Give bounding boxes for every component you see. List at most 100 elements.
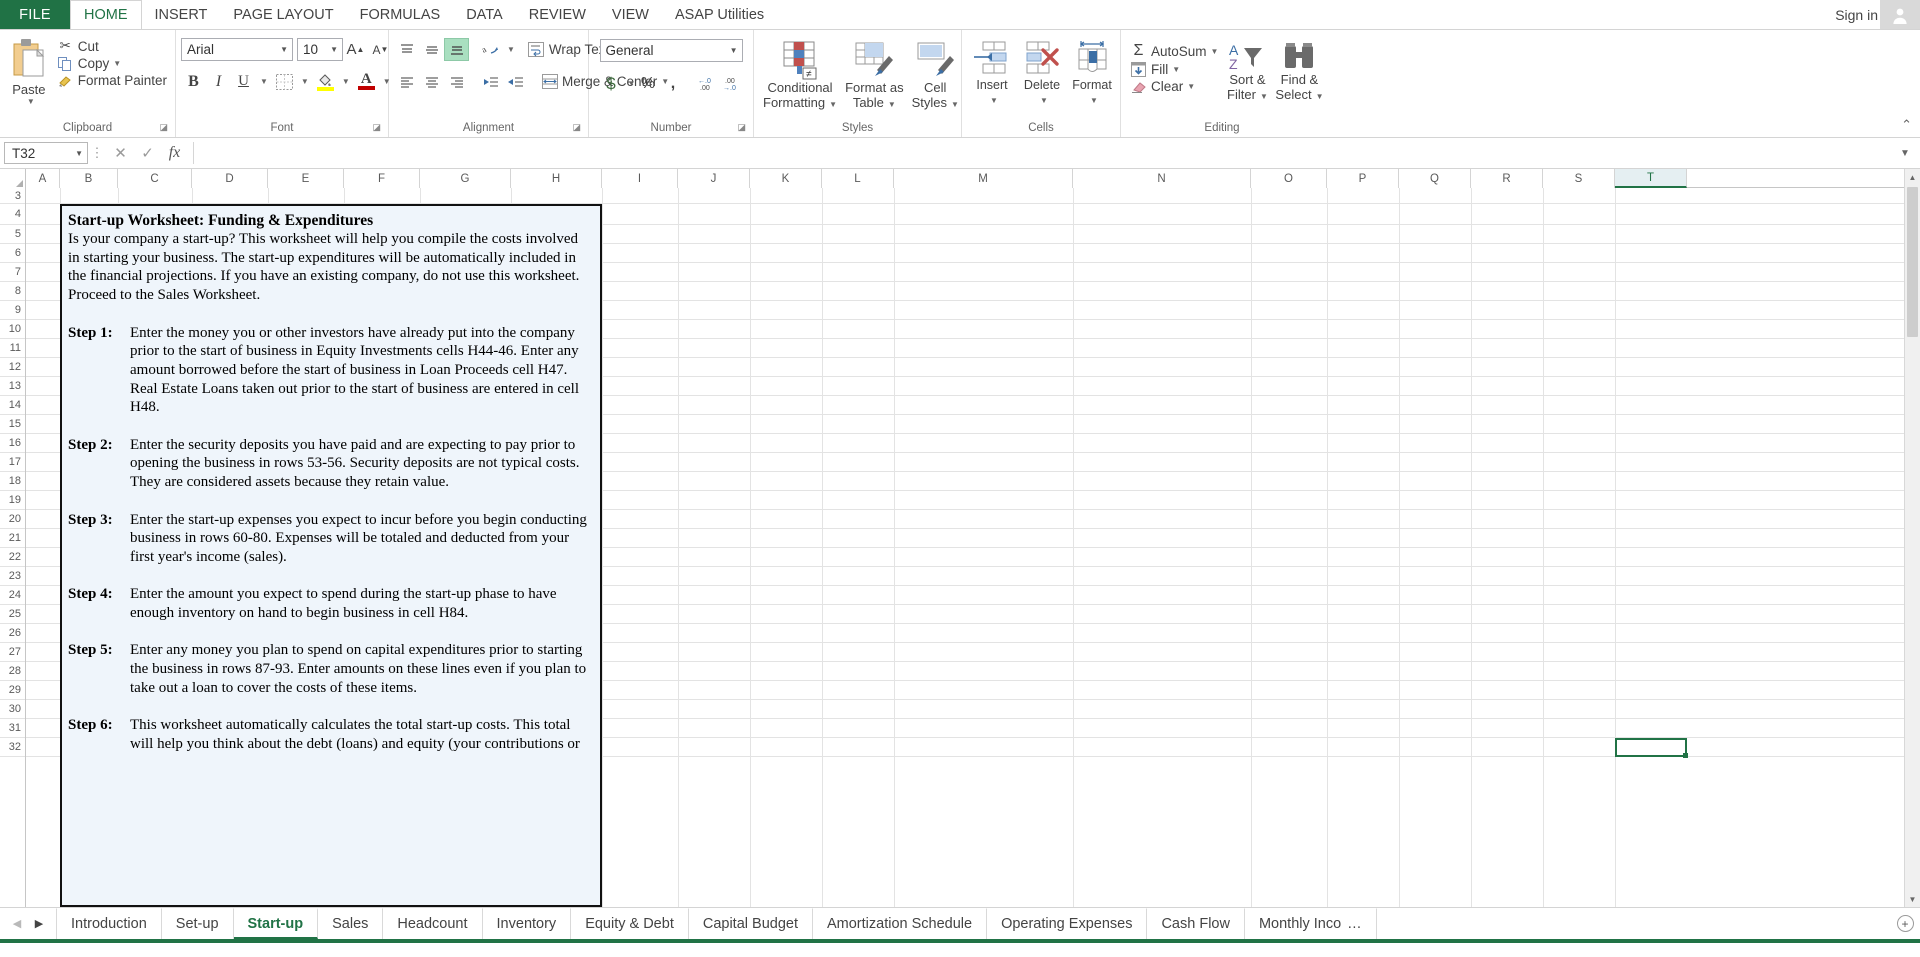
cell-styles-button[interactable]: Cell Styles ▼ [908, 38, 963, 112]
align-right-button[interactable] [444, 70, 469, 93]
find-select-caret[interactable]: ▼ [1316, 92, 1324, 101]
number-format-caret[interactable]: ▼ [730, 46, 738, 55]
align-center-button[interactable] [419, 70, 444, 93]
column-header-f[interactable]: F [344, 169, 420, 188]
copy-dropdown-caret[interactable]: ▼ [113, 59, 121, 68]
row-header-3[interactable]: 3 [0, 188, 25, 204]
row-header-29[interactable]: 29 [0, 681, 25, 700]
row-header-26[interactable]: 26 [0, 624, 25, 643]
column-header-d[interactable]: D [192, 169, 268, 188]
row-header-23[interactable]: 23 [0, 567, 25, 586]
font-color-button[interactable]: A [354, 70, 379, 93]
row-header-20[interactable]: 20 [0, 510, 25, 529]
cell-styles-caret[interactable]: ▼ [951, 100, 959, 109]
sheet-tab-equity-debt[interactable]: Equity & Debt [571, 908, 689, 939]
row-header-13[interactable]: 13 [0, 377, 25, 396]
ribbon-tab-asap-utilities[interactable]: ASAP Utilities [662, 0, 777, 29]
column-header-k[interactable]: K [750, 169, 822, 188]
row-header-5[interactable]: 5 [0, 225, 25, 244]
orientation-button[interactable]: a [478, 38, 503, 61]
fill-color-dropdown-caret[interactable]: ▼ [342, 77, 350, 86]
column-header-e[interactable]: E [268, 169, 344, 188]
row-header-18[interactable]: 18 [0, 472, 25, 491]
sheet-tab-sales[interactable]: Sales [318, 908, 384, 939]
column-header-g[interactable]: G [420, 169, 511, 188]
column-header-a[interactable]: A [26, 169, 60, 188]
column-header-h[interactable]: H [511, 169, 602, 188]
ribbon-tab-formulas[interactable]: FORMULAS [347, 0, 454, 29]
column-header-c[interactable]: C [118, 169, 192, 188]
column-header-i[interactable]: I [602, 169, 678, 188]
row-header-7[interactable]: 7 [0, 263, 25, 282]
increase-indent-button[interactable] [503, 70, 528, 93]
decrease-indent-button[interactable] [478, 70, 503, 93]
name-box[interactable]: T32 ▼ [4, 142, 88, 164]
row-header-12[interactable]: 12 [0, 358, 25, 377]
column-header-q[interactable]: Q [1399, 169, 1471, 188]
align-bottom-button[interactable] [444, 38, 469, 61]
format-painter-button[interactable]: Format Painter [53, 72, 170, 89]
paste-button[interactable]: Paste ▼ [5, 34, 53, 106]
expand-formula-bar-button[interactable]: ▼ [1894, 148, 1916, 159]
currency-format-button[interactable]: $ [599, 72, 624, 95]
percent-format-button[interactable]: % [635, 72, 660, 95]
bold-button[interactable]: B [181, 70, 206, 93]
borders-button[interactable] [272, 70, 297, 93]
format-as-table-caret[interactable]: ▼ [888, 100, 896, 109]
ribbon-tab-page-layout[interactable]: PAGE LAYOUT [220, 0, 346, 29]
scroll-up-button[interactable]: ▲ [1905, 169, 1920, 185]
format-dropdown-caret[interactable]: ▼ [1090, 93, 1098, 108]
column-header-b[interactable]: B [60, 169, 118, 188]
align-top-button[interactable] [394, 38, 419, 61]
collapse-ribbon-button[interactable]: ⌃ [1901, 117, 1912, 133]
ribbon-tab-review[interactable]: REVIEW [516, 0, 599, 29]
column-header-n[interactable]: N [1073, 169, 1251, 188]
fill-color-button[interactable] [313, 70, 338, 93]
sheet-nav-next-button[interactable]: ▶ [28, 917, 50, 930]
find-select-button[interactable]: Find & Select ▼ [1273, 40, 1325, 104]
column-header-s[interactable]: S [1543, 169, 1615, 188]
cut-button[interactable]: ✂ Cut [53, 37, 170, 55]
sheet-tab-capital-budget[interactable]: Capital Budget [689, 908, 813, 939]
number-format-select[interactable]: General ▼ [599, 39, 743, 62]
row-header-19[interactable]: 19 [0, 491, 25, 510]
row-header-8[interactable]: 8 [0, 282, 25, 301]
delete-cells-button[interactable]: Delete ▼ [1017, 38, 1067, 108]
orientation-dropdown-caret[interactable]: ▼ [507, 45, 515, 54]
sheet-tab-cash-flow[interactable]: Cash Flow [1147, 908, 1245, 939]
number-dialog-launcher[interactable]: ◪ [737, 119, 746, 136]
insert-cells-button[interactable]: Insert ▼ [967, 38, 1017, 108]
italic-button[interactable]: I [206, 70, 231, 93]
confirm-entry-button[interactable]: ✓ [134, 142, 161, 164]
sheet-tab-amortization-schedule[interactable]: Amortization Schedule [813, 908, 988, 939]
ribbon-tab-view[interactable]: VIEW [599, 0, 662, 29]
insert-dropdown-caret[interactable]: ▼ [990, 93, 998, 108]
fill-button[interactable]: Fill ▼ [1126, 61, 1221, 78]
scroll-down-button[interactable]: ▼ [1905, 891, 1920, 907]
increase-decimal-button[interactable]: ←.0 .00 [693, 72, 718, 95]
column-header-r[interactable]: R [1471, 169, 1543, 188]
format-cells-button[interactable]: Format ▼ [1067, 38, 1117, 108]
conditional-formatting-button[interactable]: ≠ Conditional Formatting ▼ [759, 38, 841, 112]
font-name-input[interactable]: Arial ▼ [181, 38, 293, 61]
sheet-tab-introduction[interactable]: Introduction [56, 908, 162, 939]
font-dialog-launcher[interactable]: ◪ [372, 119, 381, 136]
font-name-caret[interactable]: ▼ [280, 45, 288, 54]
row-header-15[interactable]: 15 [0, 415, 25, 434]
column-header-p[interactable]: P [1327, 169, 1399, 188]
ribbon-tab-home[interactable]: HOME [70, 0, 142, 29]
align-left-button[interactable] [394, 70, 419, 93]
row-header-17[interactable]: 17 [0, 453, 25, 472]
ribbon-tab-insert[interactable]: INSERT [142, 0, 221, 29]
row-header-31[interactable]: 31 [0, 719, 25, 738]
underline-button[interactable]: U [231, 70, 256, 93]
borders-dropdown-caret[interactable]: ▼ [301, 77, 309, 86]
row-header-9[interactable]: 9 [0, 301, 25, 320]
row-header-16[interactable]: 16 [0, 434, 25, 453]
column-header-o[interactable]: O [1251, 169, 1327, 188]
row-header-21[interactable]: 21 [0, 529, 25, 548]
column-header-l[interactable]: L [822, 169, 894, 188]
formula-input[interactable] [193, 142, 1894, 164]
row-header-27[interactable]: 27 [0, 643, 25, 662]
column-header-t[interactable]: T [1615, 169, 1687, 188]
